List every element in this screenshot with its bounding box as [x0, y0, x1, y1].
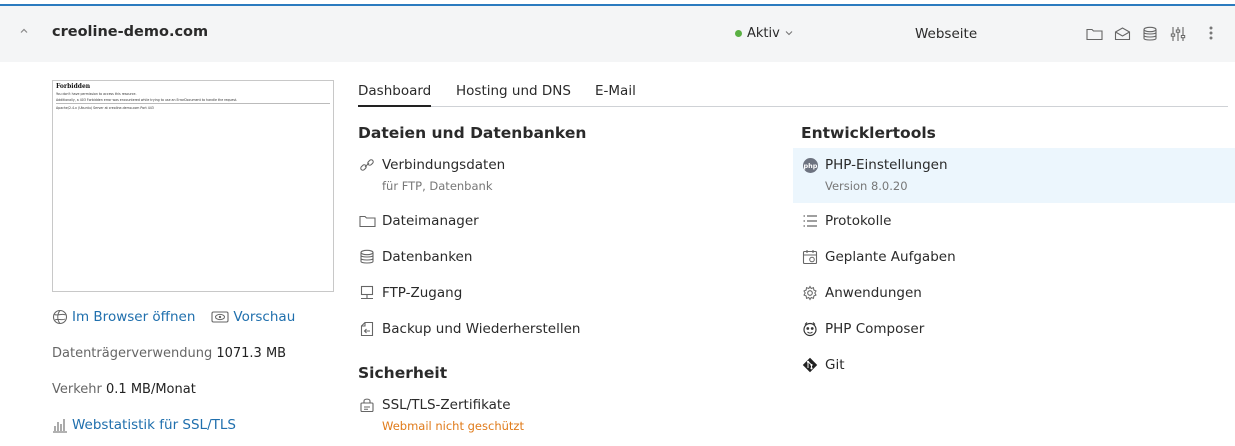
- item-label: SSL/TLS-Zertifikate: [382, 397, 511, 413]
- tab-dashboard[interactable]: Dashboard: [358, 83, 432, 107]
- tab-bar: Dashboard Hosting und DNS E-Mail: [358, 83, 1228, 107]
- item-label: PHP Composer: [825, 321, 925, 337]
- link-icon: [358, 156, 376, 174]
- database-icon[interactable]: [1139, 23, 1161, 45]
- folder-icon: [358, 212, 376, 230]
- item-label: Backup und Wiederherstellen: [382, 321, 581, 337]
- item-label: Verbindungsdaten: [382, 157, 506, 173]
- calendar-icon: [801, 248, 819, 266]
- header-actions: [1083, 23, 1189, 45]
- sliders-icon[interactable]: [1167, 23, 1189, 45]
- section-security: Sicherheit: [358, 364, 448, 382]
- preview-label: Vorschau: [233, 309, 296, 325]
- item-warning: Webmail nicht geschützt: [382, 419, 524, 433]
- item-label: Datenbanken: [382, 249, 473, 265]
- tab-hosting-dns[interactable]: Hosting und DNS: [456, 83, 571, 99]
- php-icon: php: [801, 156, 819, 174]
- status-dropdown[interactable]: Aktiv: [735, 26, 793, 41]
- domain-name[interactable]: creoline-demo.com: [52, 24, 208, 40]
- item-ssl-certificates[interactable]: SSL/TLS-Zertifikate Webmail nicht geschü…: [358, 395, 524, 435]
- collapse-chevron-icon[interactable]: [17, 25, 31, 39]
- preview-links: Im Browser öffnen Vorschau: [52, 309, 295, 325]
- webstats-link[interactable]: Webstatistik für SSL/TLS: [52, 417, 236, 433]
- folder-icon[interactable]: [1083, 23, 1105, 45]
- traffic: Verkehr 0.1 MB/Monat: [52, 382, 196, 397]
- item-backup-restore[interactable]: Backup und Wiederherstellen: [358, 319, 580, 339]
- item-label: Git: [825, 357, 845, 373]
- domain-header: creoline-demo.com Aktiv Webseite: [0, 6, 1235, 62]
- tab-email[interactable]: E-Mail: [595, 83, 636, 99]
- item-label: Dateimanager: [382, 213, 479, 229]
- certificate-icon: [358, 396, 376, 414]
- item-label: Anwendungen: [825, 285, 922, 301]
- website-preview-thumbnail[interactable]: Forbidden You don't have permission to a…: [52, 80, 334, 292]
- preview-line: Apache/2.4.x (Ubuntu) Server at creoline…: [56, 106, 154, 110]
- database-icon: [358, 248, 376, 266]
- open-in-browser-label: Im Browser öffnen: [72, 309, 196, 325]
- webstats-row: Webstatistik für SSL/TLS: [52, 417, 236, 433]
- item-label: FTP-Zugang: [382, 285, 463, 301]
- git-icon: [801, 356, 819, 374]
- preview-link[interactable]: Vorschau: [211, 309, 295, 325]
- network-icon: [358, 284, 376, 302]
- chevron-down-icon: [785, 29, 793, 39]
- traffic-label: Verkehr: [52, 382, 102, 397]
- item-label: PHP-Einstellungen: [825, 157, 948, 173]
- item-applications[interactable]: Anwendungen: [801, 283, 922, 303]
- globe-icon: [52, 309, 68, 325]
- more-vertical-icon[interactable]: [1208, 24, 1220, 44]
- webstats-label: Webstatistik für SSL/TLS: [72, 417, 236, 433]
- item-git[interactable]: Git: [801, 355, 845, 375]
- item-databases[interactable]: Datenbanken: [358, 247, 472, 267]
- open-in-browser-link[interactable]: Im Browser öffnen: [52, 309, 195, 325]
- item-php-settings[interactable]: php PHP-Einstellungen Version 8.0.20: [801, 155, 948, 195]
- section-developer-tools: Entwicklertools: [801, 124, 936, 142]
- bar-chart-icon: [53, 419, 67, 433]
- status-label: Aktiv: [747, 26, 780, 41]
- item-label: Geplante Aufgaben: [825, 249, 956, 265]
- item-php-composer[interactable]: PHP Composer: [801, 319, 924, 339]
- disk-usage-label: Datenträgerverwendung: [52, 346, 213, 361]
- item-logs[interactable]: Protokolle: [801, 211, 891, 231]
- preview-line: You don't have permission to access this…: [56, 92, 137, 96]
- preview-divider: [56, 103, 330, 104]
- disk-usage-value: 1071.3 MB: [216, 346, 287, 361]
- list-icon: [801, 212, 819, 230]
- gear-icon: [801, 284, 819, 302]
- hosting-type: Webseite: [915, 26, 978, 42]
- item-ftp-access[interactable]: FTP-Zugang: [358, 283, 462, 303]
- item-file-manager[interactable]: Dateimanager: [358, 211, 479, 231]
- backup-icon: [358, 320, 376, 338]
- mail-icon[interactable]: [1111, 23, 1133, 45]
- status-dot-icon: [735, 30, 742, 37]
- item-label: Protokolle: [825, 213, 892, 229]
- item-sublabel: Version 8.0.20: [825, 179, 908, 193]
- item-scheduled-tasks[interactable]: Geplante Aufgaben: [801, 247, 956, 267]
- composer-icon: [801, 320, 819, 338]
- section-files-databases: Dateien und Datenbanken: [358, 124, 587, 142]
- item-connection-data[interactable]: Verbindungsdaten für FTP, Datenbank: [358, 155, 505, 195]
- eye-icon: [211, 311, 229, 323]
- traffic-value: 0.1 MB/Monat: [106, 382, 196, 397]
- item-sublabel: für FTP, Datenbank: [382, 179, 493, 193]
- preview-title: Forbidden: [56, 83, 91, 90]
- svg-text:php: php: [803, 162, 817, 170]
- disk-usage: Datenträgerverwendung 1071.3 MB: [52, 346, 286, 361]
- preview-line: Additionally, a 403 Forbidden error was …: [56, 98, 238, 102]
